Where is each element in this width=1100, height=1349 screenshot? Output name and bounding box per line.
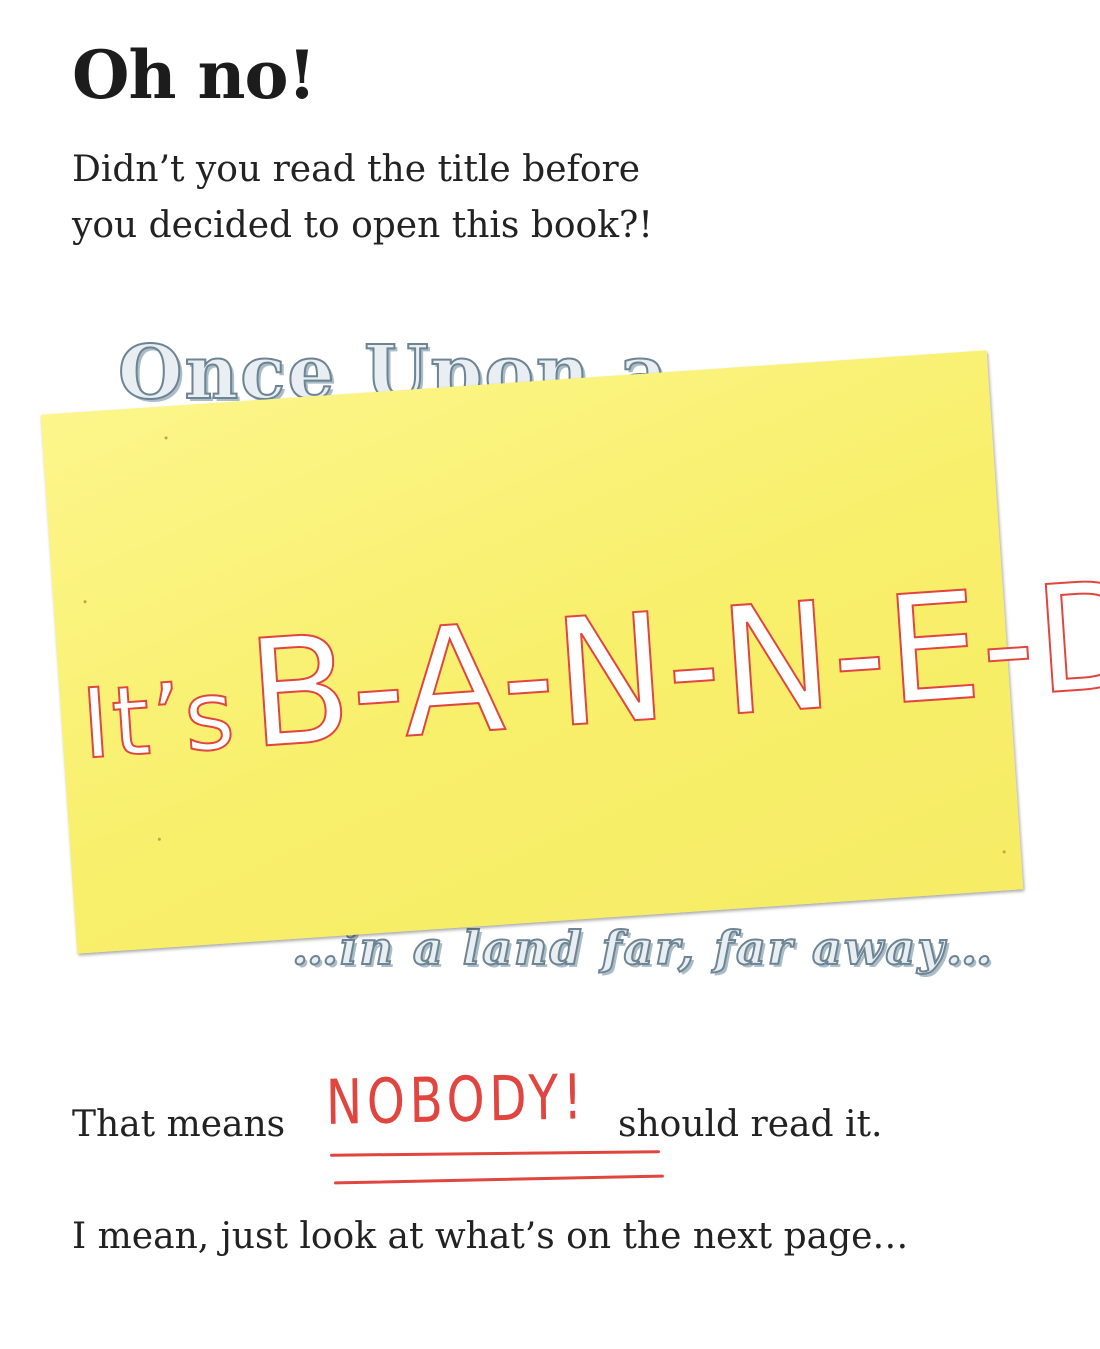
next-page-sentence: I mean, just look at what’s on the next … bbox=[72, 1216, 909, 1257]
intro-line-2: you decided to open this book?! bbox=[72, 205, 653, 246]
banned-word: B-A-N-N-E-D. bbox=[242, 544, 1100, 782]
intro-paragraph: Didn’t you read the title before you dec… bbox=[72, 142, 832, 254]
background-title-bottom: …in a land far, far away… bbox=[291, 921, 994, 975]
intro-line-1: Didn’t you read the title before bbox=[72, 149, 641, 190]
nobody-sentence: That means NOBODY! should read it. bbox=[72, 1060, 1072, 1192]
note-speck bbox=[157, 837, 161, 841]
sticky-note: It’sB-A-N-N-E-D. bbox=[40, 350, 1100, 954]
sentence-start: That means bbox=[72, 1104, 286, 1145]
note-speck bbox=[1002, 850, 1006, 854]
nobody-handwritten: NOBODY! bbox=[325, 1060, 588, 1139]
page-heading: Oh no! bbox=[72, 36, 316, 114]
banned-message: It’sB-A-N-N-E-D. bbox=[76, 544, 1100, 782]
banned-prefix: It’s bbox=[77, 657, 241, 781]
note-speck bbox=[83, 600, 87, 604]
sentence-end: should read it. bbox=[618, 1104, 883, 1145]
nobody-underline bbox=[329, 1150, 661, 1157]
nobody-underline bbox=[334, 1174, 664, 1185]
note-speck bbox=[164, 436, 168, 440]
